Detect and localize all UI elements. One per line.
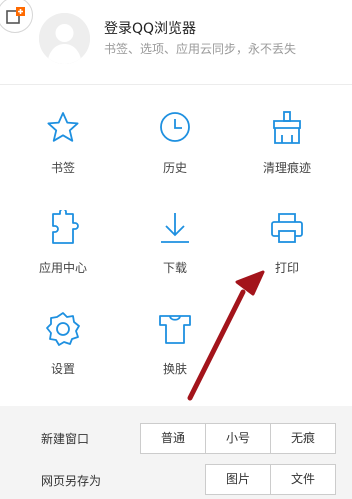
new-tab-button[interactable] bbox=[0, 0, 33, 33]
new-window-normal-button[interactable]: 普通 bbox=[140, 423, 206, 454]
clock-icon bbox=[160, 112, 190, 142]
menu-item-label: 换肤 bbox=[162, 362, 187, 376]
new-window-label: 新建窗口 bbox=[41, 432, 90, 446]
menu-item-clear-traces[interactable]: 清理痕迹 bbox=[237, 110, 337, 200]
save-as-file-button[interactable]: 文件 bbox=[270, 464, 336, 495]
header-divider bbox=[0, 84, 352, 85]
avatar[interactable] bbox=[39, 13, 90, 64]
menu-item-label: 下载 bbox=[162, 261, 187, 275]
menu-item-bookmarks[interactable]: 书签 bbox=[13, 110, 113, 200]
login-title[interactable]: 登录QQ浏览器 bbox=[104, 18, 196, 38]
printer-icon bbox=[271, 213, 303, 243]
menu-item-label: 书签 bbox=[50, 161, 75, 175]
window-options-panel: 新建窗口 普通 小号 无痕 网页另存为 图片 文件 bbox=[0, 406, 352, 499]
menu-item-history[interactable]: 历史 bbox=[125, 110, 225, 200]
broom-icon bbox=[273, 111, 301, 144]
menu-item-settings[interactable]: 设置 bbox=[13, 311, 113, 401]
menu-item-label: 历史 bbox=[162, 161, 187, 175]
menu-item-label: 应用中心 bbox=[38, 261, 87, 275]
new-window-small-button[interactable]: 小号 bbox=[205, 423, 271, 454]
new-window-incognito-button[interactable]: 无痕 bbox=[270, 423, 336, 454]
login-header[interactable]: 登录QQ浏览器 书签、选项、应用云同步，永不丢失 bbox=[0, 0, 352, 84]
menu-item-label: 清理痕迹 bbox=[262, 161, 311, 175]
gear-icon bbox=[46, 312, 80, 346]
menu-item-download[interactable]: 下载 bbox=[125, 210, 225, 300]
puzzle-icon bbox=[52, 210, 79, 244]
menu-item-label: 打印 bbox=[274, 261, 299, 275]
menu-item-label: 设置 bbox=[50, 362, 75, 376]
save-page-label: 网页另存为 bbox=[41, 474, 102, 488]
tshirt-icon bbox=[159, 315, 191, 344]
menu-item-print[interactable]: 打印 bbox=[237, 210, 337, 300]
menu-item-skin[interactable]: 换肤 bbox=[125, 311, 225, 401]
star-icon bbox=[47, 112, 79, 142]
menu-item-app-center[interactable]: 应用中心 bbox=[13, 210, 113, 300]
user-silhouette-icon bbox=[39, 13, 90, 64]
login-subtitle: 书签、选项、应用云同步，永不丢失 bbox=[104, 42, 297, 56]
new-window-plus-icon bbox=[6, 7, 25, 24]
download-icon bbox=[161, 213, 189, 243]
save-as-image-button[interactable]: 图片 bbox=[205, 464, 271, 495]
